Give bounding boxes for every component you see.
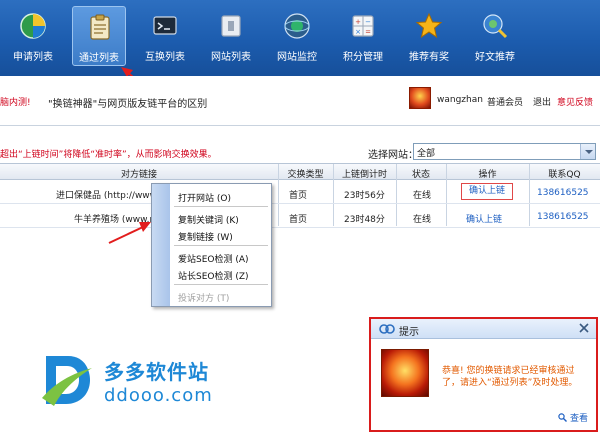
status-cell: 在线 xyxy=(413,191,432,201)
magnifier-icon xyxy=(558,413,568,422)
site-filter-label: 选择网站： xyxy=(368,150,418,161)
toolbar-label: 好文推荐 xyxy=(475,52,515,63)
type-cell: 首页 xyxy=(289,191,308,201)
user-level: 普通会员 xyxy=(487,98,524,108)
popup-header: 提示 xyxy=(371,319,596,339)
menu-separator xyxy=(174,284,268,285)
svg-text:+: + xyxy=(355,18,361,26)
popup-message-line2: 了，请进入“通过列表”及时处理。 xyxy=(442,378,578,388)
svg-text:−: − xyxy=(365,18,371,26)
status-cell: 在线 xyxy=(413,215,432,225)
table-row[interactable]: 牛羊养殖场 (www.n 首页 23时48分 在线 确认上链 138616525 xyxy=(0,204,600,228)
svg-text:×: × xyxy=(355,28,361,36)
chevron-down-icon[interactable] xyxy=(580,144,595,159)
menu-item-open-site[interactable]: 打开网站 (O) xyxy=(178,191,231,204)
close-icon[interactable] xyxy=(578,322,590,334)
row-context-menu: 打开网站 (O) 复制关键词 (K) 复制链接 (W) 爱站SEO检测 (A) … xyxy=(151,183,272,307)
toolbar-articles[interactable]: 好文推荐 xyxy=(468,6,522,66)
toolbar-label: 网站列表 xyxy=(211,52,251,63)
notification-popup: 提示 恭喜! 您的换链请求已经审核通过 了，请进入“通过列表”及时处理。 查看 xyxy=(369,317,598,432)
clipboard-icon xyxy=(90,14,110,40)
terminal-icon xyxy=(153,16,177,35)
toolbar-approved-list[interactable]: 通过列表 xyxy=(72,6,126,66)
toolbar-points[interactable]: + − × = 积分管理 xyxy=(336,6,390,66)
toolbar-exchange-list[interactable]: 互换列表 xyxy=(138,6,192,66)
confirm-link-button[interactable]: 确认上链 xyxy=(466,212,502,225)
popup-view-label: 查看 xyxy=(569,414,588,424)
toolbar-label: 网站监控 xyxy=(277,52,317,63)
notice-bar: 脑内测! "换链神器"与网页版友链平台的区别 wangzhan 普通会员 退出 … xyxy=(0,76,600,126)
toolbar-label: 推荐有奖 xyxy=(409,52,449,63)
column-header[interactable]: 操作 xyxy=(446,167,529,180)
globe-icon xyxy=(284,13,310,39)
calculator-icon: + − × = xyxy=(352,15,374,37)
toolbar-label: 申请列表 xyxy=(13,52,53,63)
feedback-link[interactable]: 意见反馈 xyxy=(557,95,593,108)
column-header[interactable]: 对方链接 xyxy=(0,167,278,180)
column-header[interactable]: 交换类型 xyxy=(278,167,333,180)
toolbar-label: 积分管理 xyxy=(343,52,383,63)
countdown-cell: 23时56分 xyxy=(344,191,385,201)
popup-image xyxy=(381,349,429,397)
menu-item-copy-keyword[interactable]: 复制关键词 (K) xyxy=(178,213,239,226)
logout-link[interactable]: 退出 xyxy=(533,95,551,108)
column-header[interactable]: 状态 xyxy=(396,167,446,180)
toolbar-site-list[interactable]: 网站列表 xyxy=(204,6,258,66)
qq-link[interactable]: 138616525 xyxy=(537,212,589,222)
menu-item-aizhan-seo[interactable]: 爱站SEO检测 (A) xyxy=(178,252,249,265)
link-cell: 进口保健品 (http://www xyxy=(56,191,158,201)
countdown-cell: 23时48分 xyxy=(344,215,385,225)
ddooo-logo-icon xyxy=(42,356,92,406)
popup-view-link[interactable]: 查看 xyxy=(558,411,588,424)
avatar xyxy=(409,87,431,109)
menu-item-chinaz-seo[interactable]: 站长SEO检测 (Z) xyxy=(178,269,249,282)
popup-title: 提示 xyxy=(399,327,419,338)
watermark-url: ddooo.com xyxy=(104,385,213,406)
window-icon xyxy=(221,15,241,37)
globe-search-icon xyxy=(483,14,508,39)
main-toolbar: 申请列表 通过列表 互换列表 网站列表 网站监控 + − × = 积分管理 推荐… xyxy=(0,0,600,76)
confirm-link-button[interactable]: 确认上链 xyxy=(461,183,513,200)
pie-chart-icon xyxy=(20,13,46,39)
menu-separator xyxy=(174,206,268,207)
table-header: 对方链接 交换类型 上链倒计时 状态 操作 联系QQ xyxy=(0,164,600,180)
toolbar-label: 互换列表 xyxy=(145,52,185,63)
svg-text:=: = xyxy=(365,28,371,36)
menu-item-report: 投诉对方 (T) xyxy=(178,294,230,304)
annotation-arrow-menu xyxy=(108,222,151,244)
menu-separator xyxy=(174,245,268,246)
notice-link[interactable]: "换链神器"与网页版友链平台的区别 xyxy=(48,95,207,110)
toolbar-label: 通过列表 xyxy=(79,53,119,64)
toolbar-apply-list[interactable]: 申请列表 xyxy=(6,6,60,66)
site-filter-select[interactable]: 全部 xyxy=(413,143,596,160)
qq-link[interactable]: 138616525 xyxy=(537,188,589,198)
menu-item-copy-link[interactable]: 复制链接 (W) xyxy=(178,230,233,243)
watermark-title: 多多软件站 xyxy=(104,360,209,384)
column-header[interactable]: 上链倒计时 xyxy=(333,167,396,180)
type-cell: 首页 xyxy=(289,215,308,225)
table-row[interactable]: 进口保健品 (http://www 首页 23时56分 在线 确认上链 1386… xyxy=(0,180,600,204)
star-icon xyxy=(415,12,443,39)
site-filter-value: 全部 xyxy=(417,149,436,159)
toolbar-referral[interactable]: 推荐有奖 xyxy=(402,6,456,66)
toolbar-site-monitor[interactable]: 网站监控 xyxy=(270,6,324,66)
link-icon xyxy=(379,324,395,334)
filter-row: 超出“上链时间”将降低“准时率”，从而影响交换效果。 选择网站： 全部 xyxy=(0,140,600,161)
warning-text: 超出“上链时间”将降低“准时率”，从而影响交换效果。 xyxy=(0,150,217,160)
notice-fragment[interactable]: 脑内测! xyxy=(0,95,31,108)
username: wangzhan xyxy=(437,95,483,105)
column-header[interactable]: 联系QQ xyxy=(529,167,600,180)
